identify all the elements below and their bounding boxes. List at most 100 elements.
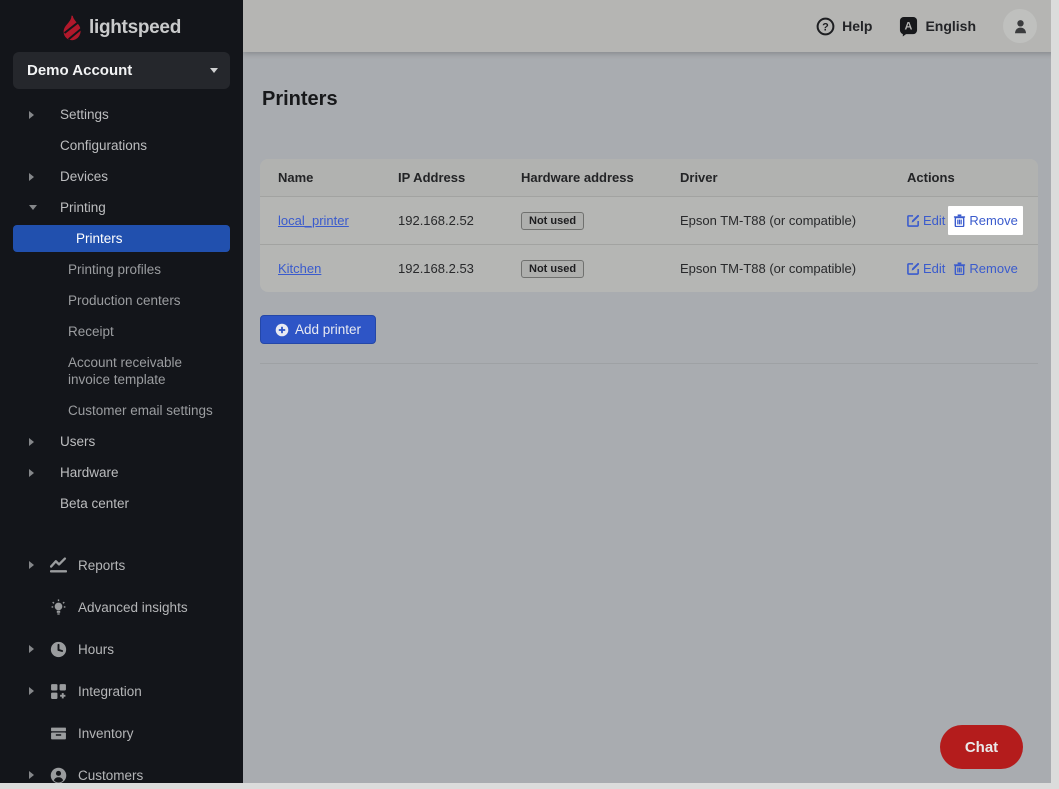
sidebar-item-label: Settings (60, 107, 109, 122)
scrollbar-track[interactable] (1051, 0, 1059, 789)
add-printer-button[interactable]: Add printer (260, 315, 376, 344)
sidebar-item-label: Customer email settings (68, 403, 213, 418)
brand-logo: lightspeed (0, 0, 243, 42)
sidebar-item-label: Hardware (60, 465, 119, 480)
caret-icon (29, 771, 34, 779)
caret-icon (29, 173, 34, 181)
edit-link[interactable]: Edit (907, 213, 945, 228)
caret-icon (29, 438, 34, 446)
driver-value: Epson TM-T88 (or compatible) (680, 261, 907, 276)
table-row: Kitchen 192.168.2.53 Not used Epson TM-T… (260, 244, 1038, 292)
edit-pencil-icon (907, 262, 920, 275)
ip-address-value: 192.168.2.53 (398, 261, 521, 276)
sidebar-item-printing[interactable]: Printing (0, 192, 243, 223)
chat-button[interactable]: Chat (940, 725, 1023, 769)
table-row: local_printer 192.168.2.52 Not used Epso… (260, 196, 1038, 244)
sidebar-item-label: Inventory (78, 726, 134, 741)
sidebar-item-label: Hours (78, 642, 114, 657)
sidebar-item-configurations[interactable]: Configurations (0, 130, 243, 161)
sidebar-item-receipt[interactable]: Receipt (0, 316, 243, 347)
clock-icon (50, 641, 67, 658)
topbar: Help English (243, 0, 1059, 52)
blocks-icon (50, 683, 67, 700)
printer-name-link[interactable]: Kitchen (278, 261, 398, 276)
user-menu-button[interactable] (1003, 9, 1037, 43)
hardware-status-badge: Not used (521, 260, 584, 278)
help-button[interactable]: Help (816, 17, 872, 36)
sidebar-item-printers[interactable]: Printers (13, 225, 230, 252)
sidebar-item-inventory[interactable]: Inventory (0, 712, 243, 754)
caret-icon (29, 111, 34, 119)
sidebar-item-devices[interactable]: Devices (0, 161, 243, 192)
caret-icon (29, 205, 37, 210)
account-name: Demo Account (27, 62, 210, 79)
sidebar-item-beta-center[interactable]: Beta center (0, 488, 243, 519)
bulb-icon (50, 599, 67, 616)
chevron-down-icon (210, 68, 218, 73)
sidebar-item-label: Printers (76, 231, 123, 246)
sidebar-item-label: Printing (60, 200, 106, 215)
sidebar-item-label: Customers (78, 768, 143, 783)
sidebar-item-label: Reports (78, 558, 125, 573)
help-icon (816, 17, 835, 36)
help-label: Help (842, 18, 872, 34)
printer-name-link[interactable]: local_printer (278, 213, 398, 228)
sidebar-item-label: Printing profiles (68, 262, 161, 277)
column-header-driver: Driver (680, 170, 907, 185)
remove-highlight-box: Remove (948, 206, 1022, 235)
remove-link[interactable]: Remove (953, 213, 1017, 228)
sidebar-item-advanced-insights[interactable]: Advanced insights (0, 586, 243, 628)
edit-link[interactable]: Edit (907, 261, 945, 276)
chart-icon (50, 557, 67, 574)
trash-icon (953, 262, 966, 275)
sidebar-item-label: Production centers (68, 293, 181, 308)
sidebar-item-hardware[interactable]: Hardware (0, 457, 243, 488)
remove-link[interactable]: Remove (953, 261, 1017, 276)
main-content: Printers Name IP Address Hardware addres… (243, 52, 1051, 783)
sidebar-item-users[interactable]: Users (0, 426, 243, 457)
sidebar-item-customer-email-settings[interactable]: Customer email settings (0, 395, 243, 426)
person-icon (50, 767, 67, 784)
drawer-icon (50, 725, 67, 742)
sidebar-item-label: Beta center (60, 496, 129, 511)
printers-table: Name IP Address Hardware address Driver … (260, 159, 1038, 292)
add-printer-label: Add printer (295, 322, 361, 337)
sidebar-item-label: Integration (78, 684, 142, 699)
sidebar-item-integration[interactable]: Integration (0, 670, 243, 712)
sidebar-tools: Reports Advanced insights Hours Integrat… (0, 544, 243, 789)
trash-icon (953, 214, 966, 227)
sidebar-item-label: Account receivable invoice template (68, 354, 226, 388)
table-body: local_printer 192.168.2.52 Not used Epso… (260, 196, 1038, 292)
plus-circle-icon (275, 323, 289, 337)
driver-value: Epson TM-T88 (or compatible) (680, 213, 907, 228)
window-bottom-edge (0, 783, 1059, 789)
sidebar-item-production-centers[interactable]: Production centers (0, 285, 243, 316)
ip-address-value: 192.168.2.52 (398, 213, 521, 228)
sidebar-item-label: Receipt (68, 324, 114, 339)
sidebar-item-label: Configurations (60, 138, 147, 153)
column-header-name: Name (278, 170, 398, 185)
sidebar-item-label: Users (60, 434, 95, 449)
language-label: English (925, 18, 976, 34)
user-avatar-icon (1012, 18, 1029, 35)
sidebar-item-settings[interactable]: Settings (0, 99, 243, 130)
remove-highlight-box: Remove (948, 254, 1022, 283)
sidebar-item-printing-profiles[interactable]: Printing profiles (0, 254, 243, 285)
caret-icon (29, 469, 34, 477)
section-divider (260, 363, 1038, 364)
hardware-status-badge: Not used (521, 212, 584, 230)
sidebar-item-label: Devices (60, 169, 108, 184)
sidebar-item-hours[interactable]: Hours (0, 628, 243, 670)
sidebar-item-reports[interactable]: Reports (0, 544, 243, 586)
sidebar-item-label: Advanced insights (78, 600, 188, 615)
account-switcher[interactable]: Demo Account (13, 52, 230, 89)
sidebar-item-account-receivable-invoice-template[interactable]: Account receivable invoice template (0, 347, 243, 395)
language-button[interactable]: English (899, 16, 976, 37)
edit-pencil-icon (907, 214, 920, 227)
caret-icon (29, 687, 34, 695)
row-actions: Edit Remove (907, 254, 1023, 283)
table-header-row: Name IP Address Hardware address Driver … (260, 159, 1038, 196)
caret-icon (29, 645, 34, 653)
language-icon (899, 16, 918, 37)
sidebar-nav: Settings Configurations Devices Printing… (0, 99, 243, 519)
